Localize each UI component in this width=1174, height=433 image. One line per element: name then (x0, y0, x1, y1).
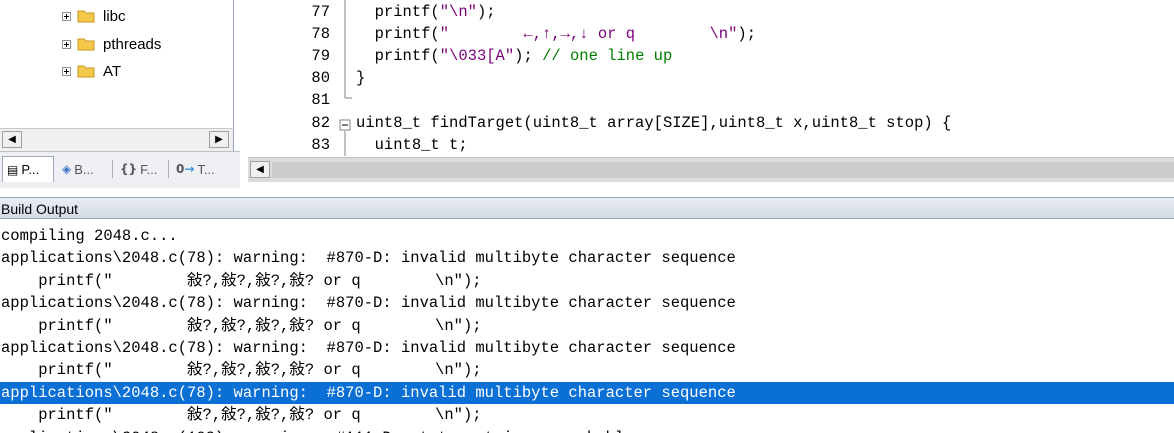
output-line[interactable]: applications\2048.c(78): warning: #870-D… (0, 292, 1174, 314)
tree-horizontal-scrollbar[interactable]: ◀ ▶ (0, 128, 234, 151)
scroll-left-arrow-icon[interactable]: ◀ (250, 161, 270, 178)
tab-label: B... (74, 161, 94, 177)
expand-icon[interactable] (62, 11, 71, 21)
output-line[interactable]: printf(" 敍?,敍?,敍?,敍? or q \n"); (0, 359, 1174, 381)
project-tree: libc pthreads AT (0, 0, 234, 128)
scrollbar-track[interactable] (272, 162, 1174, 178)
output-line[interactable]: printf(" 敍?,敍?,敍?,敍? or q \n"); (0, 315, 1174, 337)
editor-horizontal-scrollbar[interactable]: ◀ (248, 157, 1174, 182)
line-number: 82 (311, 114, 330, 132)
output-line[interactable]: applications\2048.c(78): warning: #870-D… (0, 247, 1174, 269)
build-output-panel[interactable]: compiling 2048.c... applications\2048.c(7… (0, 222, 1174, 433)
code-text: uint8_t findTarget(uint8_t array[SIZE],u… (356, 114, 952, 132)
templates-icon: 0→ (176, 162, 195, 176)
output-line[interactable]: applications\2048.c(78): warning: #870-D… (0, 337, 1174, 359)
books-icon: ◈ (62, 162, 72, 176)
code-line[interactable]: 77 printf("\n"); (248, 3, 1174, 25)
line-number: 78 (311, 25, 330, 43)
build-output-title: Build Output (0, 197, 1174, 219)
tree-item-label: AT (103, 62, 122, 80)
expand-icon[interactable] (62, 66, 71, 76)
project-tab-bar: ▤ P... ◈ B... {} F... 0→ T... (0, 151, 240, 188)
output-line[interactable]: printf(" 敍?,敍?,敍?,敍? or q \n"); (0, 404, 1174, 426)
code-editor[interactable]: 77 printf("\n"); 78 printf(" ←,↑,→,↓ or q… (248, 0, 1174, 156)
code-line[interactable]: 83 uint8_t t; (248, 136, 1174, 158)
folder-icon (77, 10, 95, 23)
line-number: 77 (311, 3, 330, 21)
scroll-right-arrow-icon[interactable]: ▶ (209, 131, 229, 148)
tab-label: F... (140, 161, 158, 177)
line-number: 80 (311, 69, 330, 87)
tree-item-label: pthreads (103, 35, 162, 53)
tree-item-libc[interactable]: libc (62, 6, 126, 26)
code-text: } (356, 69, 366, 87)
output-line[interactable]: applications\2048.c(102): warning: #111-… (0, 427, 1174, 433)
folder-icon (77, 38, 95, 51)
code-text: printf(" ←,↑,→,↓ or q \n"); (374, 25, 756, 43)
code-text: printf("\n"); (374, 3, 496, 21)
output-line[interactable]: compiling 2048.c... (0, 225, 1174, 247)
functions-icon: {} (120, 162, 138, 176)
folder-icon (77, 65, 95, 78)
output-line[interactable]: printf(" 敍?,敍?,敍?,敍? or q \n"); (0, 270, 1174, 292)
expand-icon[interactable] (62, 39, 71, 49)
tab-label: T... (197, 161, 215, 177)
tree-item-pthreads[interactable]: pthreads (62, 34, 161, 54)
code-line[interactable]: 79 printf("\033[A"); // one line up (248, 47, 1174, 69)
code-line[interactable]: 78 printf(" ←,↑,→,↓ or q \n"); (248, 25, 1174, 47)
tab-divider (168, 160, 169, 178)
tab-label: P... (21, 162, 40, 177)
output-line-selected[interactable]: applications\2048.c(78): warning: #870-D… (0, 381, 1174, 404)
code-line[interactable]: 82 uint8_t findTarget(uint8_t array[SIZE]… (248, 114, 1174, 136)
code-text: uint8_t t; (374, 136, 468, 154)
code-line[interactable]: 80} (248, 69, 1174, 91)
line-number: 83 (311, 136, 330, 154)
code-text: printf("\033[A"); // one line up (374, 47, 673, 65)
tab-functions[interactable]: {} F... (116, 156, 166, 182)
project-icon: ▤ (7, 162, 19, 177)
line-number: 81 (311, 91, 330, 109)
tab-templates[interactable]: 0→ T... (172, 156, 228, 182)
tab-project[interactable]: ▤ P... (2, 156, 54, 182)
code-line[interactable]: 81 (248, 91, 1174, 113)
tab-books[interactable]: ◈ B... (58, 156, 110, 182)
tab-divider (112, 160, 113, 178)
line-number: 79 (311, 47, 330, 65)
scroll-left-arrow-icon[interactable]: ◀ (2, 131, 22, 148)
tree-item-label: libc (103, 7, 126, 25)
tree-item-at[interactable]: AT (62, 61, 121, 81)
